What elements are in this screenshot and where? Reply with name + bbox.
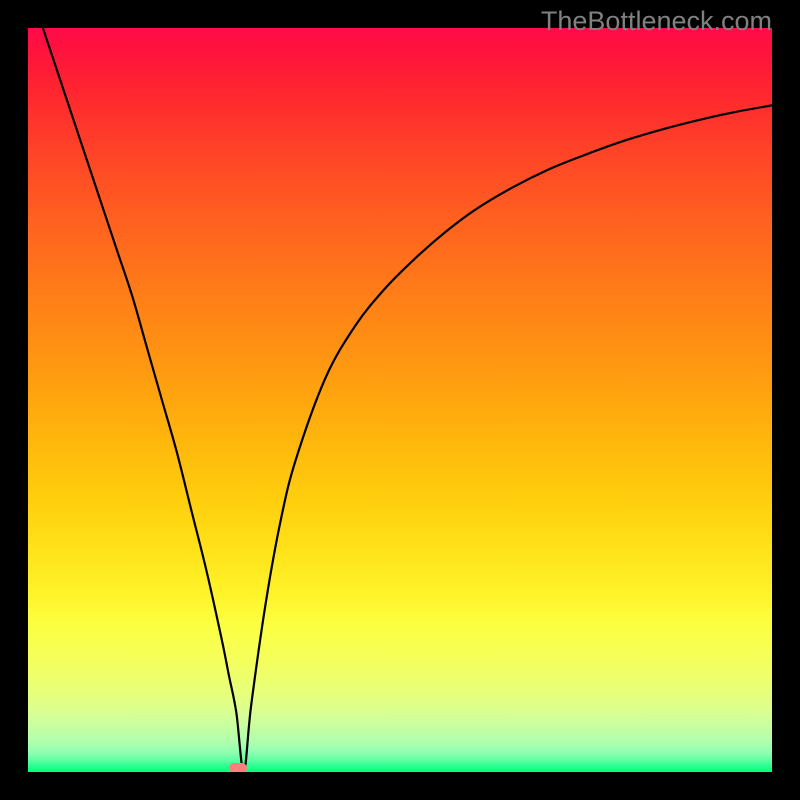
plot-area [28,28,772,772]
chart-container: TheBottleneck.com [0,0,800,800]
minimum-marker [229,763,247,772]
bottleneck-curve [28,28,772,772]
watermark-label: TheBottleneck.com [541,6,772,37]
